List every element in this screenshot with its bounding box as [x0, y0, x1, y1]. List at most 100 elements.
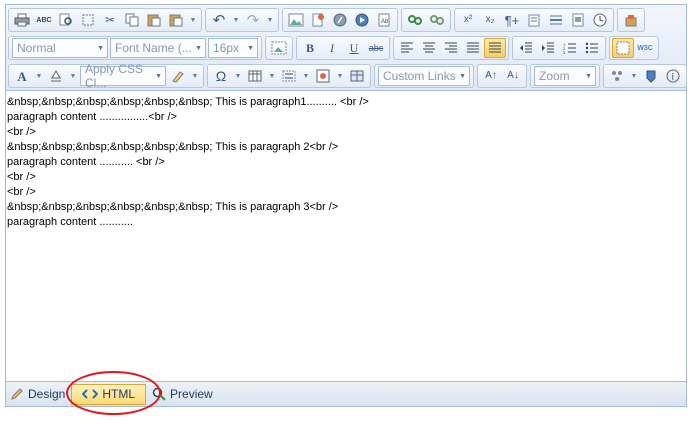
insert-custom-dialog-icon[interactable]	[312, 66, 334, 86]
chevron-down-icon[interactable]: ▼	[628, 66, 640, 86]
link-icon[interactable]	[404, 10, 426, 30]
horizontal-rule-icon[interactable]	[545, 10, 567, 30]
cut-icon[interactable]: ✂	[99, 10, 121, 30]
chevron-down-icon: ▼	[459, 72, 466, 80]
bulleted-list-icon[interactable]	[581, 38, 603, 58]
toolbar-row-2: Normal ▼ Font Name (... ▼ 16px ▼ B I U a…	[8, 35, 662, 61]
source-line: <br />	[7, 186, 36, 198]
paste-options-icon[interactable]	[165, 10, 187, 30]
source-line: &nbsp;&nbsp;&nbsp;&nbsp;&nbsp;&nbsp; Thi…	[7, 201, 339, 213]
tab-preview[interactable]: Preview	[148, 384, 217, 405]
redo-icon[interactable]: ↷	[242, 10, 264, 30]
custom-links-dropdown[interactable]: Custom Links ▼	[378, 66, 470, 86]
template-manager-icon[interactable]: Ab	[373, 10, 395, 30]
select-all-icon[interactable]	[77, 10, 99, 30]
tab-html[interactable]: HTML	[71, 383, 147, 405]
modules-icon[interactable]	[606, 66, 628, 86]
symbol-icon[interactable]: Ω	[210, 66, 232, 86]
unlink-icon[interactable]	[426, 10, 448, 30]
numbered-list-icon[interactable]: 123	[559, 38, 581, 58]
toolbar-group-case: A↑ A↓	[477, 64, 527, 88]
paragraph-icon[interactable]: ¶+	[501, 10, 523, 30]
flash-manager-icon[interactable]	[329, 10, 351, 30]
source-line: &nbsp;&nbsp;&nbsp;&nbsp;&nbsp;&nbsp; Thi…	[7, 141, 339, 153]
image-properties-icon[interactable]	[268, 38, 290, 58]
superscript-icon[interactable]: x²	[457, 10, 479, 30]
chevron-down-icon: ▼	[247, 44, 254, 52]
svg-text:Ab: Ab	[381, 19, 389, 25]
source-line: paragraph content ........... <br />	[7, 156, 165, 168]
subscript-icon[interactable]: x₂	[479, 10, 501, 30]
source-line: paragraph content ...........	[7, 216, 133, 228]
toolbar-group-custom-links: Custom Links ▼	[374, 64, 474, 88]
italic-button[interactable]: I	[321, 38, 343, 58]
html-source-area[interactable]: &nbsp;&nbsp;&nbsp;&nbsp;&nbsp;&nbsp; Thi…	[6, 92, 686, 380]
chevron-down-icon: ▼	[155, 72, 162, 80]
paragraph-style-icon[interactable]	[278, 66, 300, 86]
chevron-down-icon[interactable]: ▼	[189, 66, 201, 86]
code-icon	[82, 388, 99, 400]
source-line: paragraph content ................<br />	[7, 111, 177, 123]
convert-to-upper-icon[interactable]: A↑	[480, 66, 502, 86]
spellcheck-icon[interactable]: ABC	[33, 10, 55, 30]
chevron-down-icon[interactable]: ▼	[187, 10, 199, 30]
toolbar-group-validation: W3C	[609, 36, 659, 60]
toolbar-area: ABC ✂ ▼ ↶ ▼ ↷ ▼ Ab x² x₂ ¶+ Normal ▼ Fon…	[6, 5, 687, 91]
document-manager-icon[interactable]	[307, 10, 329, 30]
align-center-icon[interactable]	[418, 38, 440, 58]
font-color-icon[interactable]: A	[11, 66, 33, 86]
justify-none-icon[interactable]	[484, 38, 506, 58]
table-properties-icon[interactable]	[346, 66, 368, 86]
chevron-down-icon[interactable]: ▼	[300, 66, 312, 86]
chevron-down-icon[interactable]: ▼	[230, 10, 242, 30]
strikethrough-button[interactable]: abc	[365, 38, 387, 58]
background-color-icon[interactable]	[45, 66, 67, 86]
tab-design-label: Design	[28, 387, 66, 401]
paste-icon[interactable]	[143, 10, 165, 30]
chevron-down-icon: ▼	[195, 44, 202, 52]
clock-icon[interactable]	[589, 10, 611, 30]
find-replace-icon[interactable]	[55, 10, 77, 30]
module-manager-icon[interactable]	[620, 10, 642, 30]
bold-button[interactable]: B	[299, 38, 321, 58]
toolbar-group-special: x² x₂ ¶+	[454, 8, 614, 32]
xhtml-validator-icon[interactable]: W3C	[634, 38, 656, 58]
toolbar-row-1: ABC ✂ ▼ ↶ ▼ ↷ ▼ Ab x² x₂ ¶+	[8, 7, 648, 33]
insert-table-icon[interactable]	[244, 66, 266, 86]
font-name-dropdown[interactable]: Font Name (... ▼	[110, 38, 206, 58]
align-left-icon[interactable]	[396, 38, 418, 58]
chevron-down-icon[interactable]: ▼	[232, 66, 244, 86]
format-stripper-icon[interactable]	[167, 66, 189, 86]
tab-design[interactable]: Design	[6, 384, 69, 405]
magnifier-icon	[152, 387, 166, 401]
media-manager-icon[interactable]	[351, 10, 373, 30]
chevron-down-icon[interactable]: ▼	[266, 66, 278, 86]
toolbar-group-insert: Ab	[282, 8, 398, 32]
chevron-down-icon[interactable]: ▼	[33, 66, 45, 86]
paragraph-format-dropdown[interactable]: Normal ▼	[12, 38, 108, 58]
underline-button[interactable]: U	[343, 38, 365, 58]
chevron-down-icon[interactable]: ▼	[264, 10, 276, 30]
apply-css-class-dropdown[interactable]: Apply CSS Cl... ▼	[80, 62, 166, 90]
chevron-down-icon[interactable]: ▼	[67, 66, 79, 86]
toggle-borders-icon[interactable]	[612, 38, 634, 58]
snippet-icon[interactable]	[567, 10, 589, 30]
indent-icon[interactable]	[537, 38, 559, 58]
justify-icon[interactable]	[462, 38, 484, 58]
html-editor: ABC ✂ ▼ ↶ ▼ ↷ ▼ Ab x² x₂ ¶+ Normal ▼ Fon…	[5, 4, 687, 407]
undo-icon[interactable]: ↶	[208, 10, 230, 30]
align-right-icon[interactable]	[440, 38, 462, 58]
toolbar-row-3: A ▼ ▼ Apply CSS Cl... ▼ ▼ Ω ▼ ▼ ▼ ▼ Cust…	[8, 62, 690, 90]
image-manager-icon[interactable]	[285, 10, 307, 30]
zoom-dropdown[interactable]: Zoom ▼	[534, 66, 596, 86]
chevron-down-icon[interactable]: ▼	[334, 66, 346, 86]
convert-to-lower-icon[interactable]: A↓	[502, 66, 524, 86]
font-size-dropdown[interactable]: 16px ▼	[208, 38, 258, 58]
print-icon[interactable]	[11, 10, 33, 30]
tab-preview-label: Preview	[170, 387, 213, 401]
form-element-icon[interactable]	[523, 10, 545, 30]
about-icon[interactable]: i	[662, 66, 684, 86]
copy-icon[interactable]	[121, 10, 143, 30]
outdent-icon[interactable]	[515, 38, 537, 58]
accessibility-icon[interactable]	[640, 66, 662, 86]
